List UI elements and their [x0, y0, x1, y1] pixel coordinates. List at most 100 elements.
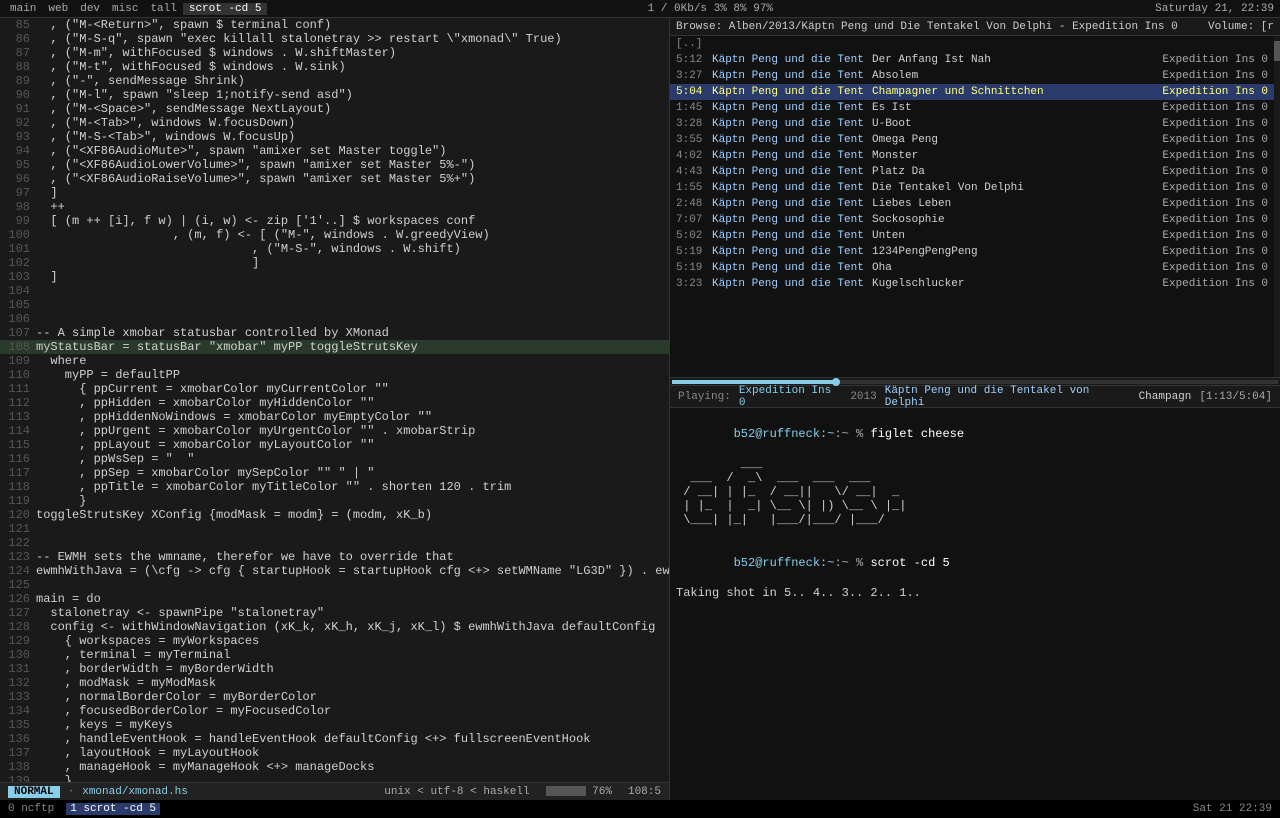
track-row-6[interactable]: 4:02 Käptn Peng und die Tent Monster Exp…	[670, 148, 1274, 164]
track-title: Unten	[872, 230, 1138, 242]
track-row-9[interactable]: 2:48 Käptn Peng und die Tent Liebes Lebe…	[670, 196, 1274, 212]
line-number: 135	[0, 718, 36, 732]
code-line-136: 136 , handleEventHook = handleEventHook …	[0, 732, 669, 746]
track-row-7[interactable]: 4:43 Käptn Peng und die Tent Platz Da Ex…	[670, 164, 1274, 180]
line-number: 131	[0, 662, 36, 676]
line-number: 94	[0, 144, 36, 158]
line-number: 102	[0, 256, 36, 270]
line-content: , ("M-<Space>", sendMessage NextLayout)	[36, 102, 669, 116]
track-row-8[interactable]: 1:55 Käptn Peng und die Tent Die Tentake…	[670, 180, 1274, 196]
line-content: , ("M-<Return>", spawn $ terminal conf)	[36, 18, 669, 32]
code-line-109: 109 where	[0, 354, 669, 368]
workspace-scrot[interactable]: scrot -cd 5	[183, 3, 268, 15]
terminal-pane[interactable]: b52@ruffneck:~:~ % figlet cheese ___ ___…	[670, 408, 1280, 800]
line-number: 92	[0, 116, 36, 130]
browser-scrollbar[interactable]	[1274, 36, 1280, 377]
line-number: 115	[0, 438, 36, 452]
term-prompt-2: b52@ruffneck:~:~ % scrot -cd 5	[676, 541, 1274, 586]
code-line-129: 129 { workspaces = myWorkspaces	[0, 634, 669, 648]
line-number: 97	[0, 186, 36, 200]
workspace-misc[interactable]: misc	[106, 3, 144, 15]
code-line-105: 105	[0, 298, 669, 312]
editor-statusbar: NORMAL · xmonad/xmonad.hs unix < utf-8 <…	[0, 782, 669, 800]
workspace-main[interactable]: main	[4, 3, 42, 15]
browser-scroll-thumb[interactable]	[1274, 41, 1280, 61]
line-number: 110	[0, 368, 36, 382]
line-number: 86	[0, 32, 36, 46]
track-album: Expedition Ins 0	[1138, 214, 1268, 226]
line-number: 139	[0, 774, 36, 782]
line-number: 134	[0, 704, 36, 718]
line-content: ewmhWithJava = (\cfg -> cfg { startupHoo…	[36, 564, 669, 578]
track-title: 1234PengPengPeng	[872, 246, 1138, 258]
track-album: Expedition Ins 0	[1138, 102, 1268, 114]
progress-track[interactable]	[672, 380, 1278, 384]
track-artist: Käptn Peng und die Tent	[712, 166, 872, 178]
code-line-107: 107-- A simple xmobar statusbar controll…	[0, 326, 669, 340]
track-title: Sockosophie	[872, 214, 1138, 226]
playing-bar: Playing: Expedition Ins 0 2013 Käptn Pen…	[670, 386, 1280, 408]
code-line-89: 89 , ("-", sendMessage Shrink)	[0, 74, 669, 88]
code-line-111: 111 { ppCurrent = xmobarColor myCurrentC…	[0, 382, 669, 396]
code-line-86: 86 , ("M-S-q", spawn "exec killall stalo…	[0, 32, 669, 46]
track-time: 5:19	[676, 246, 712, 258]
browser-parent-dir[interactable]: [..]	[670, 36, 1274, 52]
term-output: Taking shot in 5.. 4.. 3.. 2.. 1..	[676, 586, 1274, 601]
track-album: Expedition Ins 0	[1138, 182, 1268, 194]
code-line-108: 108myStatusBar = statusBar "xmobar" myPP…	[0, 340, 669, 354]
track-album: Expedition Ins 0	[1138, 230, 1268, 242]
line-number: 119	[0, 494, 36, 508]
line-number: 118	[0, 480, 36, 494]
line-content: myPP = defaultPP	[36, 368, 669, 382]
line-content: where	[36, 354, 669, 368]
track-row-5[interactable]: 3:55 Käptn Peng und die Tent Omega Peng …	[670, 132, 1274, 148]
workspace-tall[interactable]: tall	[144, 3, 182, 15]
workspace-dev[interactable]: dev	[74, 3, 106, 15]
track-row-1[interactable]: 3:27 Käptn Peng und die Tent Absolem Exp…	[670, 68, 1274, 84]
playing-time: [1:13/5:04]	[1199, 391, 1272, 403]
track-row-2[interactable]: 5:04 Käptn Peng und die Tent Champagner …	[670, 84, 1274, 100]
workspace-web[interactable]: web	[42, 3, 74, 15]
line-number: 128	[0, 620, 36, 634]
track-row-10[interactable]: 7:07 Käptn Peng und die Tent Sockosophie…	[670, 212, 1274, 228]
track-album: Expedition Ins 0	[1138, 70, 1268, 82]
track-title: Monster	[872, 150, 1138, 162]
line-content: , borderWidth = myBorderWidth	[36, 662, 669, 676]
line-number: 111	[0, 382, 36, 396]
track-title: Omega Peng	[872, 134, 1138, 146]
browser-list[interactable]: [..] 5:12 Käptn Peng und die Tent Der An…	[670, 36, 1274, 377]
code-line-126: 126main = do	[0, 592, 669, 606]
line-number: 126	[0, 592, 36, 606]
line-content: config <- withWindowNavigation (xK_k, xK…	[36, 620, 669, 634]
track-album: Expedition Ins 0	[1138, 246, 1268, 258]
track-row-14[interactable]: 3:23 Käptn Peng und die Tent Kugelschluc…	[670, 276, 1274, 292]
track-row-13[interactable]: 5:19 Käptn Peng und die Tent Oha Expedit…	[670, 260, 1274, 276]
line-content: , ppHiddenNoWindows = xmobarColor myEmpt…	[36, 410, 669, 424]
track-row-3[interactable]: 1:45 Käptn Peng und die Tent Es Ist Expe…	[670, 100, 1274, 116]
line-content: , ppSep = xmobarColor mySepColor "" " | …	[36, 466, 669, 480]
dot-separator: ·	[68, 786, 75, 798]
line-content: , ("<XF86AudioRaiseVolume>", spawn "amix…	[36, 172, 669, 186]
line-number: 116	[0, 452, 36, 466]
track-row-12[interactable]: 5:19 Käptn Peng und die Tent 1234PengPen…	[670, 244, 1274, 260]
track-row-0[interactable]: 5:12 Käptn Peng und die Tent Der Anfang …	[670, 52, 1274, 68]
code-area[interactable]: 85 , ("M-<Return>", spawn $ terminal con…	[0, 18, 669, 782]
progress-handle[interactable]	[832, 378, 840, 386]
line-number: 114	[0, 424, 36, 438]
track-row-4[interactable]: 3:28 Käptn Peng und die Tent U-Boot Expe…	[670, 116, 1274, 132]
line-number: 106	[0, 312, 36, 326]
topbar-datetime: Saturday 21, 22:39	[1153, 3, 1276, 15]
track-album: Expedition Ins 0	[1138, 278, 1268, 290]
line-number: 136	[0, 732, 36, 746]
bottom-scrot[interactable]: 1 scrot -cd 5	[66, 803, 160, 815]
code-line-124: 124ewmhWithJava = (\cfg -> cfg { startup…	[0, 564, 669, 578]
line-content: ]	[36, 186, 669, 200]
track-row-11[interactable]: 5:02 Käptn Peng und die Tent Unten Exped…	[670, 228, 1274, 244]
track-artist: Käptn Peng und die Tent	[712, 70, 872, 82]
track-time: 1:45	[676, 102, 712, 114]
term-prompt-1: b52@ruffneck:~:~ % figlet cheese	[676, 412, 1274, 457]
line-number: 137	[0, 746, 36, 760]
music-browser: Browse: Alben/2013/Käptn Peng und Die Te…	[670, 18, 1280, 378]
track-album: Expedition Ins 0	[1138, 134, 1268, 146]
line-number: 104	[0, 284, 36, 298]
